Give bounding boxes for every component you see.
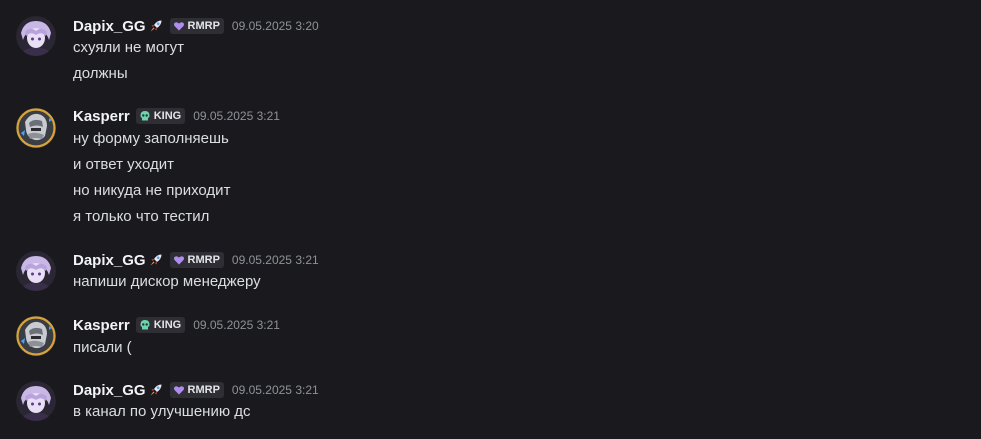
skull-icon [139, 319, 151, 331]
role-tag[interactable]: KING [135, 108, 186, 124]
username[interactable]: Dapix_GG [73, 18, 146, 35]
message-line: ну форму заполняешь [73, 130, 229, 147]
message-header: Dapix_GG RMRP 09.05.2025 3:20 [73, 15, 319, 37]
role-tag[interactable]: RMRP [169, 18, 224, 34]
role-tag-label: RMRP [187, 20, 220, 32]
role-tag[interactable]: RMRP [169, 252, 224, 268]
avatar-kasperr[interactable] [16, 108, 56, 148]
message-header: Dapix_GG RMRP 09.05.2025 3:21 [73, 249, 319, 271]
purple-heart-icon [173, 384, 185, 396]
timestamp[interactable]: 09.05.2025 3:21 [232, 253, 319, 267]
message-header: Dapix_GG RMRP 09.05.2025 3:21 [73, 379, 319, 401]
role-tag[interactable]: KING [135, 317, 186, 333]
message-line: я только что тестил [73, 208, 210, 225]
timestamp[interactable]: 09.05.2025 3:20 [232, 19, 319, 33]
message-line: но никуда не приходит [73, 182, 231, 199]
skull-icon [139, 110, 151, 122]
role-tag[interactable]: RMRP [169, 382, 224, 398]
avatar-dapix[interactable] [16, 16, 56, 56]
timestamp[interactable]: 09.05.2025 3:21 [232, 383, 319, 397]
role-tag-label: KING [153, 110, 182, 122]
purple-heart-icon [173, 254, 185, 266]
message-line: должны [73, 65, 128, 82]
avatar-kasperr[interactable] [16, 316, 56, 356]
role-tag-label: KING [153, 319, 182, 331]
message-line: в канал по улучшению дс [73, 403, 251, 420]
chat-message-list: Dapix_GG RMRP 09.05.2025 3:20 схуяли не … [0, 0, 981, 439]
timestamp[interactable]: 09.05.2025 3:21 [193, 109, 280, 123]
avatar-dapix[interactable] [16, 381, 56, 421]
message-line: напиши дискор менеджеру [73, 273, 261, 290]
username[interactable]: Dapix_GG [73, 252, 146, 269]
message-line: схуяли не могут [73, 39, 185, 56]
message-header: Kasperr KING 09.05.2025 3:21 [73, 105, 280, 127]
message-header: Kasperr KING 09.05.2025 3:21 [73, 314, 280, 336]
message-line: и ответ уходит [73, 156, 174, 173]
rocket-icon [148, 18, 164, 34]
rocket-icon [148, 382, 164, 398]
username[interactable]: Kasperr [73, 317, 130, 334]
role-tag-label: RMRP [187, 384, 220, 396]
avatar-dapix[interactable] [16, 251, 56, 291]
username[interactable]: Kasperr [73, 108, 130, 125]
username[interactable]: Dapix_GG [73, 382, 146, 399]
message-line: писали ( [73, 339, 132, 356]
purple-heart-icon [173, 20, 185, 32]
timestamp[interactable]: 09.05.2025 3:21 [193, 318, 280, 332]
role-tag-label: RMRP [187, 254, 220, 266]
rocket-icon [148, 252, 164, 268]
